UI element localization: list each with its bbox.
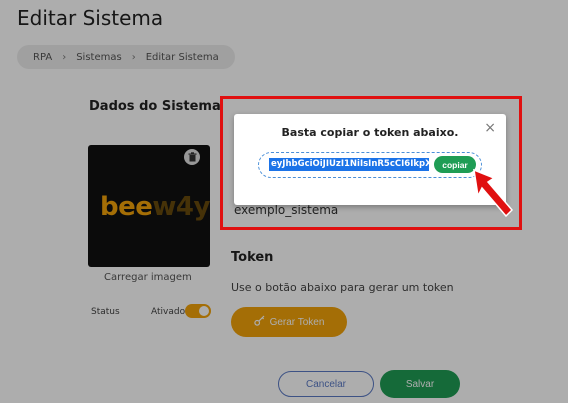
modal-title: Basta copiar o token abaixo. — [281, 126, 459, 139]
close-icon[interactable]: × — [484, 120, 496, 136]
pointer-arrow-icon — [472, 168, 516, 222]
token-field: eyJhbGciOiJIUzI1NiIsInR5cCI6IkpX copiar — [258, 152, 482, 178]
token-value[interactable]: eyJhbGciOiJIUzI1NiIsInR5cCI6IkpX — [269, 158, 429, 171]
token-modal: Basta copiar o token abaixo. × eyJhbGciO… — [234, 114, 506, 205]
copy-button[interactable]: copiar — [434, 156, 476, 173]
